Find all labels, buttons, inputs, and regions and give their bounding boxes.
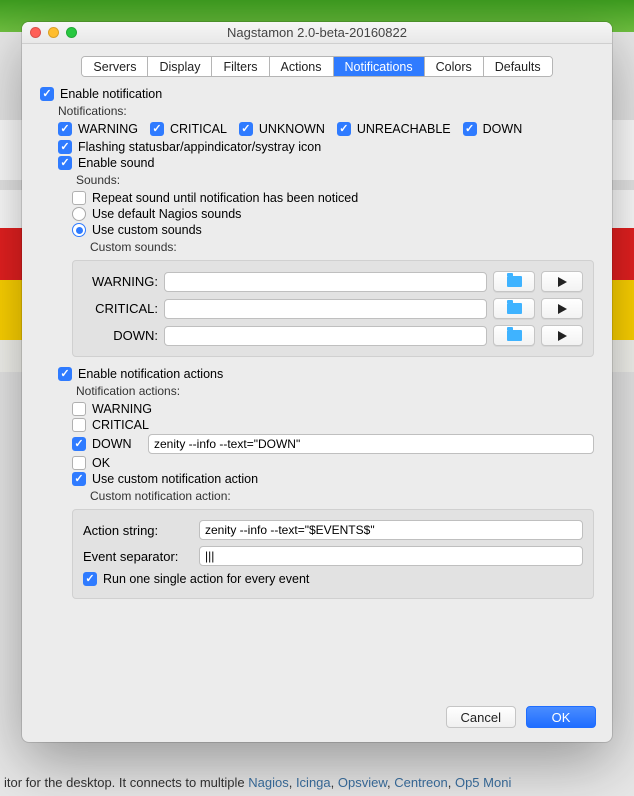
flag-down-label: DOWN [483, 122, 523, 136]
flag-down-checkbox[interactable] [463, 122, 477, 136]
act-warning-label: WARNING [92, 402, 152, 416]
cancel-button[interactable]: Cancel [446, 706, 516, 728]
play-icon [558, 331, 567, 341]
custom-sounds-radio[interactable] [72, 223, 86, 237]
play-icon [558, 304, 567, 314]
close-icon[interactable] [30, 27, 41, 38]
sound-warning-input[interactable] [164, 272, 487, 292]
folder-icon [507, 330, 522, 341]
folder-icon [507, 303, 522, 314]
play-icon [558, 277, 567, 287]
sound-down-play-button[interactable] [541, 325, 583, 346]
enable-actions-label: Enable notification actions [78, 367, 223, 381]
settings-window: Nagstamon 2.0-beta-20160822 Servers Disp… [22, 22, 612, 742]
flashing-label: Flashing statusbar/appindicator/systray … [78, 140, 321, 154]
maximize-icon[interactable] [66, 27, 77, 38]
sound-warning-play-button[interactable] [541, 271, 583, 292]
act-down-command-input[interactable] [148, 434, 594, 454]
titlebar: Nagstamon 2.0-beta-20160822 [22, 22, 612, 44]
custom-sounds-label: Use custom sounds [92, 223, 202, 237]
custom-sounds-section-label: Custom sounds: [90, 240, 594, 254]
event-separator-label: Event separator: [83, 549, 191, 564]
actions-section-label: Notification actions: [76, 384, 594, 398]
act-critical-checkbox[interactable] [72, 418, 86, 432]
flag-unreachable-checkbox[interactable] [337, 122, 351, 136]
window-title: Nagstamon 2.0-beta-20160822 [227, 25, 407, 40]
run-single-checkbox[interactable] [83, 572, 97, 586]
sound-down-browse-button[interactable] [493, 325, 535, 346]
tab-defaults[interactable]: Defaults [484, 57, 552, 76]
tab-colors[interactable]: Colors [425, 57, 484, 76]
action-string-input[interactable] [199, 520, 583, 540]
sound-down-label: DOWN: [83, 328, 158, 343]
sound-warning-browse-button[interactable] [493, 271, 535, 292]
act-down-checkbox[interactable] [72, 437, 86, 451]
sound-warning-label: WARNING: [83, 274, 158, 289]
use-custom-action-label: Use custom notification action [92, 472, 258, 486]
act-down-label: DOWN [92, 437, 142, 451]
flag-warning-label: WARNING [78, 122, 138, 136]
flag-unknown-label: UNKNOWN [259, 122, 325, 136]
sound-critical-label: CRITICAL: [83, 301, 158, 316]
enable-actions-checkbox[interactable] [58, 367, 72, 381]
tab-servers[interactable]: Servers [82, 57, 148, 76]
flag-unknown-checkbox[interactable] [239, 122, 253, 136]
enable-notification-label: Enable notification [60, 87, 162, 101]
repeat-sound-checkbox[interactable] [72, 191, 86, 205]
sounds-section-label: Sounds: [76, 173, 594, 187]
act-ok-checkbox[interactable] [72, 456, 86, 470]
action-string-label: Action string: [83, 523, 191, 538]
notifications-section-label: Notifications: [58, 104, 594, 118]
sound-critical-play-button[interactable] [541, 298, 583, 319]
flag-warning-checkbox[interactable] [58, 122, 72, 136]
flag-critical-checkbox[interactable] [150, 122, 164, 136]
use-custom-action-checkbox[interactable] [72, 472, 86, 486]
act-warning-checkbox[interactable] [72, 402, 86, 416]
tab-actions[interactable]: Actions [270, 57, 334, 76]
sound-down-input[interactable] [164, 326, 487, 346]
tab-display[interactable]: Display [148, 57, 212, 76]
enable-sound-checkbox[interactable] [58, 156, 72, 170]
sound-critical-input[interactable] [164, 299, 487, 319]
repeat-sound-label: Repeat sound until notification has been… [92, 191, 358, 205]
tab-notifications[interactable]: Notifications [334, 57, 425, 76]
enable-notification-checkbox[interactable] [40, 87, 54, 101]
ok-button[interactable]: OK [526, 706, 596, 728]
event-separator-input[interactable] [199, 546, 583, 566]
act-ok-label: OK [92, 456, 110, 470]
minimize-icon[interactable] [48, 27, 59, 38]
flag-unreachable-label: UNREACHABLE [357, 122, 451, 136]
act-critical-label: CRITICAL [92, 418, 149, 432]
tab-filters[interactable]: Filters [212, 57, 269, 76]
tabbar: Servers Display Filters Actions Notifica… [81, 56, 552, 77]
run-single-label: Run one single action for every event [103, 572, 309, 586]
custom-action-section-label: Custom notification action: [90, 489, 594, 503]
sound-critical-browse-button[interactable] [493, 298, 535, 319]
bg-caption: itor for the desktop. It connects to mul… [0, 775, 634, 790]
default-sounds-label: Use default Nagios sounds [92, 207, 241, 221]
flashing-checkbox[interactable] [58, 140, 72, 154]
flag-critical-label: CRITICAL [170, 122, 227, 136]
default-sounds-radio[interactable] [72, 207, 86, 221]
enable-sound-label: Enable sound [78, 156, 154, 170]
folder-icon [507, 276, 522, 287]
